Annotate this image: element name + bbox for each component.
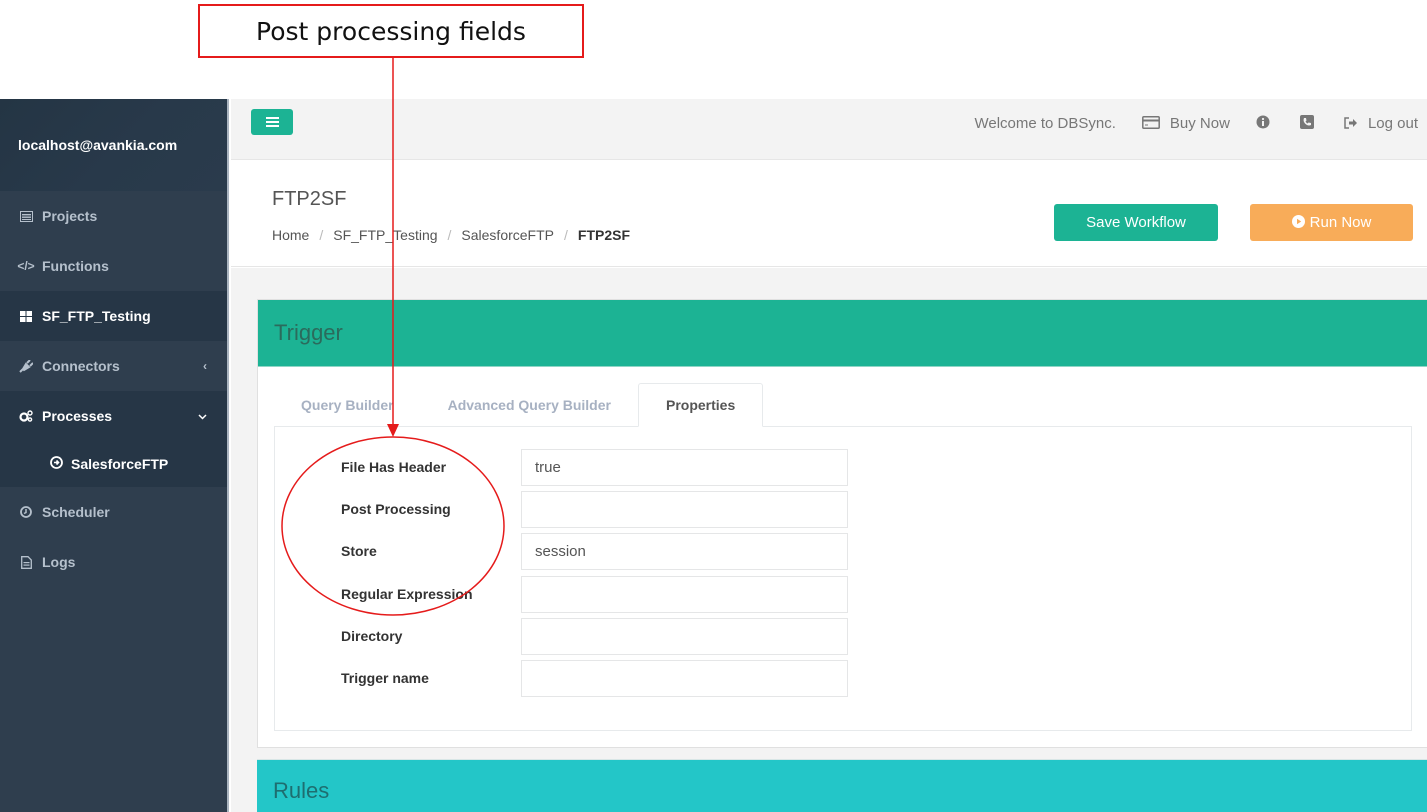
- plug-icon: [18, 359, 34, 373]
- cogs-icon: [18, 410, 34, 422]
- play-circle-icon: [1291, 214, 1305, 231]
- tab-query-builder[interactable]: Query Builder: [274, 383, 421, 427]
- th-large-icon: [18, 310, 34, 322]
- sidebar: localhost@avankia.com Projects </> Funct…: [0, 99, 229, 812]
- field-store: Store session: [275, 533, 875, 571]
- phone-icon[interactable]: [1299, 115, 1314, 132]
- sidebar-item-label: Projects: [42, 208, 98, 224]
- top-nav-links: Welcome to DBSync. Buy Now Log out: [974, 115, 1418, 132]
- save-workflow-button[interactable]: Save Workflow: [1054, 204, 1218, 241]
- sidebar-item-functions[interactable]: </> Functions: [0, 241, 227, 291]
- trigger-panel-title: Trigger: [274, 320, 343, 345]
- sidebar-group-processes: Processes SalesforceFTP: [0, 391, 227, 487]
- trigger-panel-header[interactable]: Trigger: [258, 300, 1427, 367]
- main-content: Trigger Query Builder Advanced Query Bui…: [231, 268, 1427, 812]
- sign-out-icon: [1344, 116, 1358, 132]
- sidebar-subitem-salesforceftp[interactable]: SalesforceFTP: [0, 441, 227, 487]
- menu-toggle-button[interactable]: [251, 109, 293, 135]
- tab-label: Query Builder: [301, 397, 394, 413]
- field-label: Directory: [341, 628, 403, 644]
- breadcrumb-process[interactable]: SalesforceFTP: [461, 227, 554, 243]
- run-now-button[interactable]: Run Now: [1250, 204, 1413, 241]
- sidebar-item-label: SF_FTP_Testing: [42, 308, 151, 324]
- properties-form: File Has Header true Post Processing Sto…: [274, 426, 1412, 731]
- breadcrumb-current: FTP2SF: [577, 227, 631, 243]
- annotation-callout: Post processing fields: [198, 4, 584, 58]
- trigger-name-input[interactable]: [521, 660, 848, 697]
- trigger-tabs: Query Builder Advanced Query Builder Pro…: [274, 383, 764, 427]
- sidebar-item-label: Logs: [42, 554, 76, 570]
- tab-label: Advanced Query Builder: [447, 397, 611, 413]
- field-label: Regular Expression: [341, 586, 473, 602]
- breadcrumb-project[interactable]: SF_FTP_Testing: [333, 227, 437, 243]
- field-file-has-header: File Has Header true: [275, 449, 875, 487]
- sidebar-item-sf-ftp-testing[interactable]: SF_FTP_Testing: [0, 291, 227, 341]
- annotation-label: Post processing fields: [256, 16, 526, 46]
- tab-properties[interactable]: Properties: [637, 383, 764, 427]
- field-regular-expression: Regular Expression: [275, 576, 875, 614]
- welcome-message: Welcome to DBSync.: [974, 115, 1116, 132]
- breadcrumb-separator: /: [447, 227, 452, 243]
- breadcrumb-separator: /: [564, 227, 568, 243]
- save-workflow-label: Save Workflow: [1086, 214, 1186, 231]
- list-alt-icon: [18, 210, 34, 222]
- breadcrumb-separator: /: [319, 227, 324, 243]
- directory-input[interactable]: [521, 618, 848, 655]
- page-header: FTP2SF Home / SF_FTP_Testing / Salesforc…: [231, 161, 1427, 267]
- trigger-panel: Trigger Query Builder Advanced Query Bui…: [257, 299, 1427, 748]
- buy-now-link[interactable]: Buy Now: [1141, 115, 1230, 132]
- hamburger-icon: [265, 121, 279, 123]
- log-out-link[interactable]: Log out: [1344, 115, 1418, 132]
- field-post-processing: Post Processing: [275, 491, 875, 529]
- tab-advanced-query-builder[interactable]: Advanced Query Builder: [421, 383, 638, 427]
- store-input[interactable]: session: [521, 533, 848, 570]
- field-label: Store: [341, 543, 377, 559]
- log-out-label: Log out: [1367, 115, 1418, 132]
- rules-panel-title: Rules: [273, 778, 330, 803]
- sidebar-item-label: Scheduler: [42, 504, 110, 520]
- sidebar-item-logs[interactable]: Logs: [0, 537, 227, 587]
- tab-label: Properties: [665, 397, 736, 413]
- breadcrumb-home[interactable]: Home: [272, 227, 309, 243]
- field-label: File Has Header: [341, 459, 447, 475]
- dbsync-app: localhost@avankia.com Projects </> Funct…: [0, 99, 1427, 812]
- info-icon[interactable]: [1256, 115, 1270, 132]
- rules-panel: Rules: [257, 759, 1427, 812]
- field-label: Trigger name: [341, 670, 429, 686]
- buy-now-label: Buy Now: [1169, 115, 1230, 132]
- sidebar-item-processes[interactable]: Processes: [0, 391, 227, 441]
- sidebar-item-connectors[interactable]: Connectors ‹: [0, 341, 227, 391]
- sidebar-subitem-label: SalesforceFTP: [71, 456, 169, 472]
- screenshot-stage: Post processing fields localhost@avankia…: [0, 0, 1427, 812]
- credit-card-icon: [1141, 115, 1160, 132]
- top-navbar: Welcome to DBSync. Buy Now Log out: [231, 99, 1427, 160]
- code-icon: </>: [17, 259, 35, 273]
- rules-panel-header[interactable]: Rules: [257, 760, 1427, 804]
- sidebar-item-label: Functions: [42, 258, 109, 274]
- sidebar-item-scheduler[interactable]: Scheduler: [0, 487, 227, 537]
- user-email: localhost@avankia.com: [18, 137, 178, 153]
- field-trigger-name: Trigger name: [275, 660, 875, 698]
- page-title: FTP2SF: [272, 188, 347, 210]
- breadcrumb: Home / SF_FTP_Testing / SalesforceFTP / …: [272, 227, 630, 243]
- field-directory: Directory: [275, 618, 875, 656]
- run-now-label: Run Now: [1309, 214, 1372, 231]
- regular-expression-input[interactable]: [521, 576, 848, 613]
- file-text-icon: [18, 555, 34, 569]
- sidebar-item-projects[interactable]: Projects: [0, 191, 227, 241]
- sidebar-item-label: Connectors: [42, 358, 120, 374]
- chevron-left-icon: ‹: [203, 359, 207, 373]
- field-label: Post Processing: [341, 501, 451, 517]
- file-has-header-input[interactable]: true: [521, 449, 848, 486]
- chevron-down-icon: [198, 409, 207, 423]
- sidebar-item-label: Processes: [42, 408, 113, 424]
- arrow-circle-right-icon: [50, 456, 63, 472]
- clock-icon: [18, 506, 34, 518]
- sidebar-user[interactable]: localhost@avankia.com: [0, 99, 227, 191]
- post-processing-input[interactable]: [521, 491, 848, 528]
